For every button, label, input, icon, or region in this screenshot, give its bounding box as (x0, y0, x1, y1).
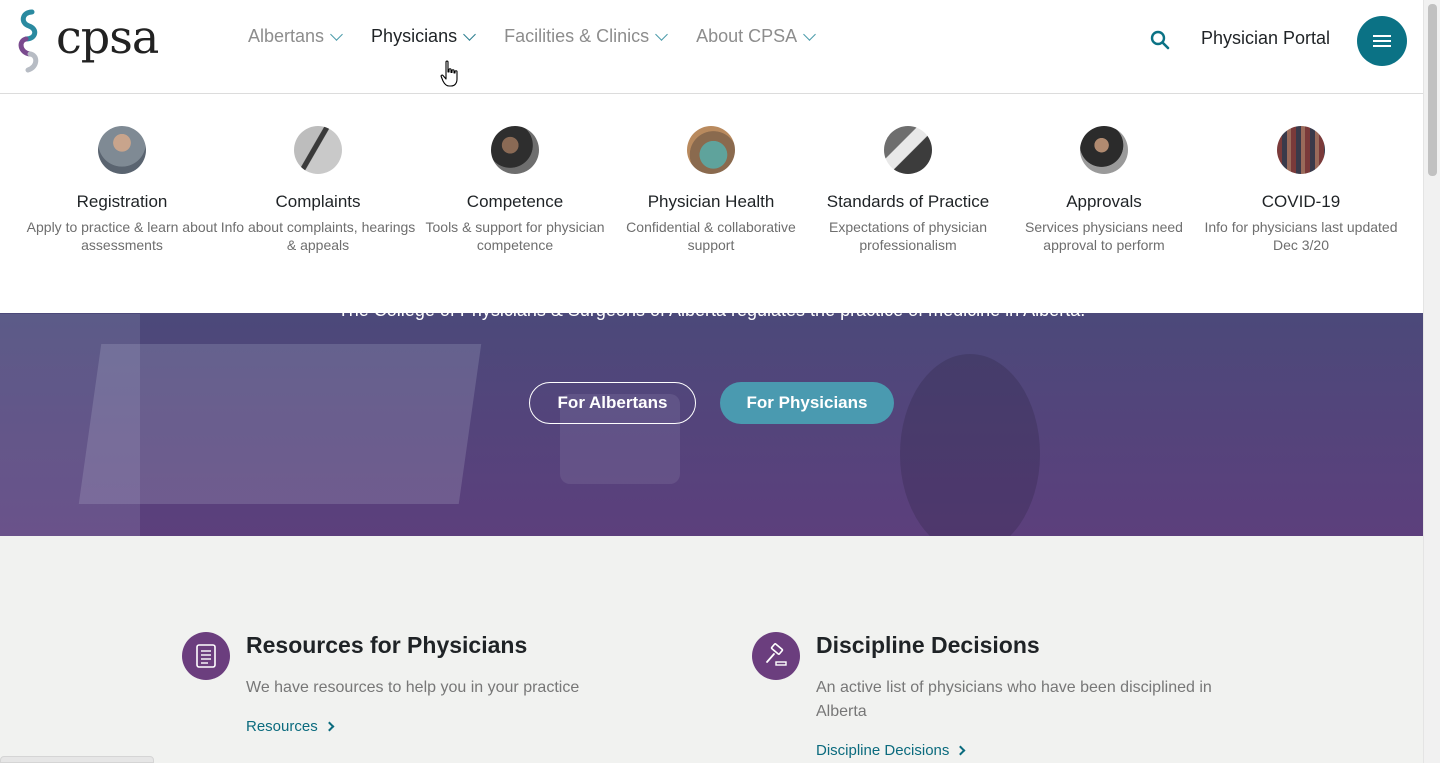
scrollbar-thumb[interactable] (1428, 4, 1437, 176)
complaints-photo (294, 126, 342, 174)
mega-item-title: COVID-19 (1261, 192, 1341, 211)
chevron-right-icon (955, 745, 966, 756)
mega-item-title: Approvals (1066, 192, 1142, 211)
hamburger-icon (1373, 35, 1391, 47)
hero-background-shape (900, 354, 1040, 536)
mega-item-complaints[interactable]: Complaints Info about complaints, hearin… (220, 126, 416, 254)
nav-physicians[interactable]: Physicians (371, 26, 476, 47)
mega-item-approvals[interactable]: Approvals Services physicians need appro… (1006, 126, 1202, 254)
mega-item-desc: Expectations of physician professionalis… (829, 219, 987, 253)
hamburger-menu-button[interactable] (1357, 16, 1407, 66)
mega-item-desc: Services physicians need approval to per… (1025, 219, 1183, 253)
nav-about-cpsa[interactable]: About CPSA (696, 26, 817, 47)
page-scrollbar[interactable] (1423, 0, 1440, 763)
mega-item-covid-19[interactable]: COVID-19 Info for physicians last update… (1203, 126, 1399, 254)
nav-label: About CPSA (696, 26, 798, 46)
approvals-photo (1080, 126, 1128, 174)
mega-item-physician-health[interactable]: Physician Health Confidential & collabor… (613, 126, 809, 254)
mega-item-title: Registration (76, 192, 168, 211)
for-albertans-button[interactable]: For Albertans (529, 382, 696, 424)
registration-photo (98, 126, 146, 174)
physician-portal-link[interactable]: Physician Portal (1201, 28, 1330, 49)
chevron-right-icon (324, 721, 335, 732)
bottom-tab-handle[interactable] (0, 756, 154, 763)
discipline-decisions-link[interactable]: Discipline Decisions (816, 742, 966, 759)
link-label: Discipline Decisions (816, 742, 950, 759)
mega-item-registration[interactable]: Registration Apply to practice & learn a… (24, 126, 220, 254)
mega-item-title: Physician Health (647, 192, 775, 211)
nav-label: Physicians (371, 26, 458, 46)
mega-item-title: Complaints (275, 192, 361, 211)
mega-item-title: Competence (466, 192, 564, 211)
standards-of-practice-photo (884, 126, 932, 174)
search-icon[interactable] (1148, 28, 1172, 52)
link-label: Resources (246, 718, 318, 735)
mega-item-desc: Tools & support for physician competence (425, 219, 605, 253)
physician-health-photo (687, 126, 735, 174)
hero-background-shape (78, 344, 482, 504)
mega-item-title: Standards of Practice (826, 192, 990, 211)
competence-photo (491, 126, 539, 174)
resources-title: Resources for Physicians (246, 632, 528, 658)
for-physicians-button[interactable]: For Physicians (720, 382, 894, 424)
chevron-down-icon (330, 27, 343, 41)
nav-label: Albertans (248, 26, 325, 46)
chevron-down-icon (463, 27, 476, 41)
discipline-desc: An active list of physicians who have be… (816, 679, 1212, 720)
cpsa-logo[interactable]: cpsa (14, 8, 159, 74)
mega-item-competence[interactable]: Competence Tools & support for physician… (417, 126, 613, 254)
site-header: cpsa Albertans Physicians Facilities & C… (0, 0, 1423, 94)
chevron-down-icon (803, 27, 817, 41)
hand-cursor-icon (440, 60, 458, 87)
gavel-icon (752, 632, 800, 680)
resources-link[interactable]: Resources (246, 718, 335, 735)
mega-item-desc: Info for physicians last updated Dec 3/2… (1204, 219, 1398, 253)
nav-facilities-clinics[interactable]: Facilities & Clinics (504, 26, 668, 47)
discipline-card: Discipline Decisions An active list of p… (752, 632, 1272, 762)
document-list-icon (182, 632, 230, 680)
mega-item-desc: Apply to practice & learn about assessme… (26, 219, 218, 253)
covid-19-photo (1277, 126, 1325, 174)
cpsa-logo-mark-icon (18, 9, 39, 73)
chevron-down-icon (655, 27, 668, 41)
mega-item-desc: Confidential & collaborative support (626, 219, 796, 253)
discipline-title: Discipline Decisions (816, 632, 1040, 658)
mega-item-desc: Info about complaints, hearings & appeal… (220, 219, 416, 253)
nav-albertans[interactable]: Albertans (248, 26, 343, 47)
mega-item-standards-of-practice[interactable]: Standards of Practice Expectations of ph… (810, 126, 1006, 254)
resources-card: Resources for Physicians We have resourc… (182, 632, 702, 752)
nav-label: Facilities & Clinics (504, 26, 650, 46)
main-nav: Albertans Physicians Facilities & Clinic… (248, 26, 817, 47)
resources-desc: We have resources to help you in your pr… (246, 679, 580, 696)
logo-wordmark: cpsa (56, 10, 159, 64)
physicians-mega-menu: Registration Apply to practice & learn a… (0, 94, 1423, 313)
